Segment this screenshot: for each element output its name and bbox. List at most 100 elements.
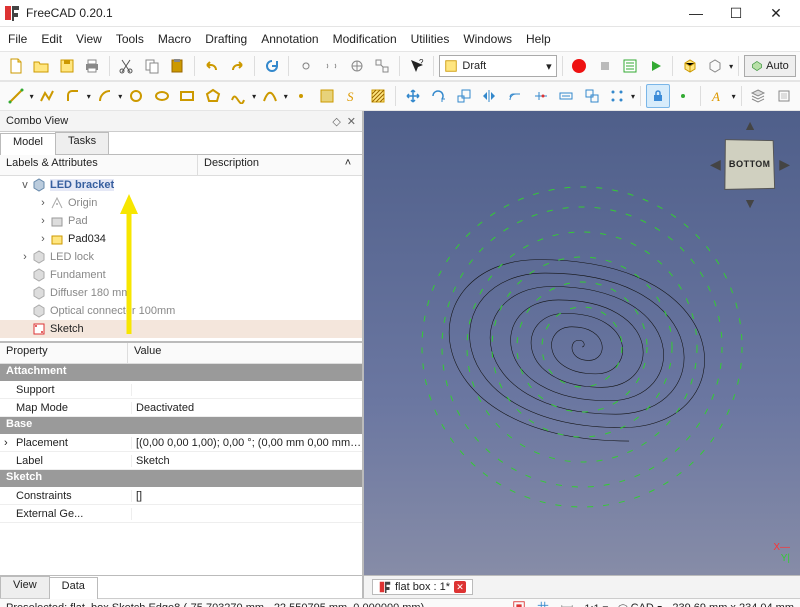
- whats-this-icon[interactable]: ?: [405, 54, 428, 78]
- menu-utilities[interactable]: Utilities: [411, 32, 450, 46]
- menu-windows[interactable]: Windows: [463, 32, 512, 46]
- facebinder-icon[interactable]: [315, 84, 339, 108]
- prop-col-value[interactable]: Value: [128, 343, 167, 363]
- bspline-icon[interactable]: [227, 84, 251, 108]
- nav-cube-right-icon[interactable]: ▶: [779, 156, 790, 173]
- point-icon[interactable]: [290, 84, 314, 108]
- print-icon[interactable]: [80, 54, 103, 78]
- tree-item-pad034[interactable]: ›Pad034: [0, 230, 362, 248]
- new-file-icon[interactable]: [4, 54, 27, 78]
- macro-list-icon[interactable]: [618, 54, 641, 78]
- minimize-button[interactable]: —: [676, 0, 716, 26]
- polygon-icon[interactable]: [201, 84, 225, 108]
- macro-stop-icon[interactable]: [593, 54, 616, 78]
- menu-annotation[interactable]: Annotation: [261, 32, 318, 46]
- nav-cube-up-icon[interactable]: ▲: [710, 117, 790, 133]
- cut-icon[interactable]: [115, 54, 138, 78]
- nav-cube-down-icon[interactable]: ▼: [710, 195, 790, 211]
- tree-body[interactable]: vLED bracket ›Origin ›Pad ›Pad034 ›LED l…: [0, 176, 362, 342]
- menu-tools[interactable]: Tools: [116, 32, 144, 46]
- menu-modification[interactable]: Modification: [333, 32, 397, 46]
- menu-edit[interactable]: Edit: [41, 32, 62, 46]
- workbench-selector[interactable]: Draft ▾: [439, 55, 556, 77]
- tree-item-diffuser[interactable]: Diffuser 180 mm: [0, 284, 362, 302]
- viewport-3d[interactable]: ▲ ◀ BOTTOM ▶ ▼ X— Y| flat box : 1* ✕: [364, 111, 800, 598]
- stretch-icon[interactable]: [554, 84, 578, 108]
- tree-item-led-lock[interactable]: ›LED lock: [0, 248, 362, 266]
- macro-play-icon[interactable]: [644, 54, 667, 78]
- snap-endpoint-icon[interactable]: [672, 84, 696, 108]
- tree-col-description[interactable]: Description: [198, 155, 334, 175]
- macro-record-icon[interactable]: [568, 54, 591, 78]
- tab-tasks[interactable]: Tasks: [55, 132, 109, 154]
- close-tab-icon[interactable]: ✕: [454, 581, 466, 593]
- rectangle-icon[interactable]: [175, 84, 199, 108]
- undo-icon[interactable]: [200, 54, 223, 78]
- rotate-icon[interactable]: [427, 84, 451, 108]
- navigation-cube[interactable]: ▲ ◀ BOTTOM ▶ ▼: [710, 117, 790, 211]
- line-icon[interactable]: [4, 84, 28, 108]
- chevron-down-icon[interactable]: ▾: [729, 62, 733, 71]
- status-dimension-icon[interactable]: [560, 600, 574, 607]
- redo-icon[interactable]: [225, 54, 248, 78]
- tab-view[interactable]: View: [0, 576, 50, 598]
- import-link-icon[interactable]: [345, 54, 368, 78]
- ortho-array-icon[interactable]: [605, 84, 629, 108]
- tree-item-origin[interactable]: ›Origin: [0, 194, 362, 212]
- prop-row-support[interactable]: Support: [0, 381, 362, 399]
- tree-scroll-up[interactable]: ˄: [334, 155, 362, 175]
- prop-row-external-geom[interactable]: External Ge...: [0, 505, 362, 523]
- tree-col-labels[interactable]: Labels & Attributes: [0, 155, 198, 175]
- status-grid-icon[interactable]: [536, 600, 550, 607]
- tree-item-optical-connector[interactable]: Optical connector 100mm: [0, 302, 362, 320]
- text-icon[interactable]: A: [706, 84, 730, 108]
- prop-row-constraints[interactable]: Constraints[]: [0, 487, 362, 505]
- copy-icon[interactable]: [140, 54, 163, 78]
- status-zoom[interactable]: 1:1 ▾: [584, 602, 608, 607]
- paste-icon[interactable]: [166, 54, 189, 78]
- trimex-icon[interactable]: [529, 84, 553, 108]
- prop-row-label[interactable]: LabelSketch: [0, 452, 362, 470]
- link-group-icon[interactable]: [371, 54, 394, 78]
- nav-cube-face[interactable]: BOTTOM: [724, 139, 775, 190]
- tree-item-sketch[interactable]: Sketch: [0, 320, 362, 338]
- menu-file[interactable]: File: [8, 32, 27, 46]
- mirror-icon[interactable]: [478, 84, 502, 108]
- scale-icon[interactable]: [452, 84, 476, 108]
- wire-icon[interactable]: [36, 84, 60, 108]
- shapestring-icon[interactable]: S: [341, 84, 365, 108]
- tab-data[interactable]: Data: [49, 577, 98, 599]
- link-icon[interactable]: [294, 54, 317, 78]
- tree-item-led-bracket[interactable]: vLED bracket: [0, 176, 362, 194]
- status-scope-icon[interactable]: [512, 600, 526, 607]
- status-nav-style[interactable]: ⬭ CAD ▾: [618, 602, 662, 607]
- nav-cube-left-icon[interactable]: ◀: [710, 156, 721, 173]
- arc-icon[interactable]: [93, 84, 117, 108]
- refresh-icon[interactable]: [260, 54, 283, 78]
- open-file-icon[interactable]: [29, 54, 52, 78]
- menu-drafting[interactable]: Drafting: [205, 32, 247, 46]
- tab-model[interactable]: Model: [0, 133, 56, 155]
- auto-group-button[interactable]: Auto: [744, 55, 796, 77]
- circle-icon[interactable]: [124, 84, 148, 108]
- tree-item-fundament[interactable]: Fundament: [0, 266, 362, 284]
- unlink-icon[interactable]: [320, 54, 343, 78]
- clone-icon[interactable]: [580, 84, 604, 108]
- bezier-icon[interactable]: [258, 84, 282, 108]
- menu-macro[interactable]: Macro: [158, 32, 191, 46]
- undock-icon[interactable]: ◇: [332, 115, 340, 128]
- hatch-icon[interactable]: [366, 84, 390, 108]
- menu-help[interactable]: Help: [526, 32, 551, 46]
- ellipse-icon[interactable]: [150, 84, 174, 108]
- tree-item-pad[interactable]: ›Pad: [0, 212, 362, 230]
- offset-icon[interactable]: [503, 84, 527, 108]
- draw-style-icon[interactable]: [704, 54, 727, 78]
- panel-close-icon[interactable]: ✕: [347, 115, 356, 128]
- move-icon[interactable]: [401, 84, 425, 108]
- layer-icon[interactable]: [747, 84, 771, 108]
- box-icon[interactable]: [678, 54, 701, 78]
- save-icon[interactable]: [55, 54, 78, 78]
- document-tab[interactable]: flat box : 1* ✕: [372, 579, 473, 595]
- maximize-button[interactable]: ☐: [716, 0, 756, 26]
- group-icon[interactable]: [772, 84, 796, 108]
